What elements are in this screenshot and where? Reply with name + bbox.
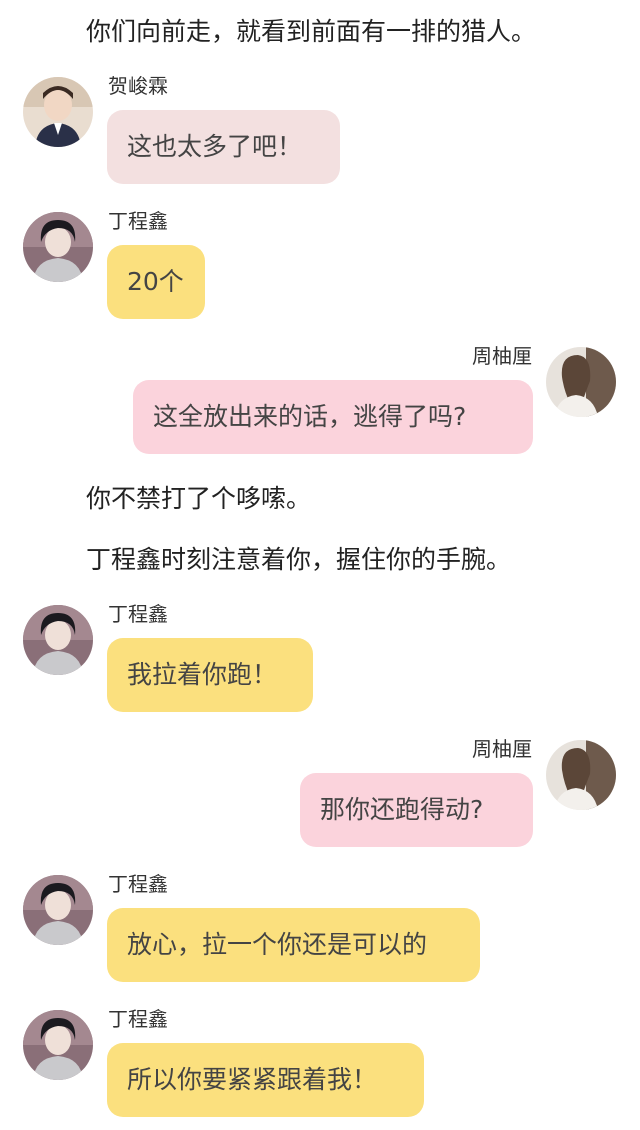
- avatar-portrait-long-hair-icon: [546, 740, 616, 810]
- message-bubble[interactable]: 这全放出来的话，逃得了吗?: [133, 380, 533, 454]
- avatar-dingchengxin[interactable]: [23, 875, 93, 945]
- avatar-zhouyouli[interactable]: [546, 740, 616, 810]
- message-bubble[interactable]: 放心，拉一个你还是可以的: [107, 908, 480, 982]
- avatar-portrait-dark-hair-icon: [23, 212, 93, 282]
- message-bubble[interactable]: 那你还跑得动?: [300, 773, 533, 847]
- narration-text: 丁程鑫时刻注意着你，握住你的手腕。: [86, 545, 512, 574]
- narration-text: 你不禁打了个哆嗦。: [86, 484, 312, 513]
- message-bubble[interactable]: 我拉着你跑！: [107, 638, 313, 712]
- avatar-portrait-dark-hair-icon: [23, 1010, 93, 1080]
- avatar-hejunlin[interactable]: [23, 77, 93, 147]
- message-bubble[interactable]: 这也太多了吧！: [107, 110, 340, 184]
- chat-screen: { "narration": [ "你们向前走，就看到前面有一排的猎人。", "…: [0, 0, 640, 1130]
- avatar-dingchengxin[interactable]: [23, 1010, 93, 1080]
- avatar-dingchengxin[interactable]: [23, 212, 93, 282]
- avatar-portrait-suit-icon: [23, 77, 93, 147]
- sender-name: 贺峻霖: [108, 74, 168, 98]
- sender-name: 丁程鑫: [108, 872, 168, 896]
- sender-name: 丁程鑫: [108, 1007, 168, 1031]
- narration-text: 你们向前走，就看到前面有一排的猎人。: [86, 17, 537, 46]
- sender-name: 丁程鑫: [108, 602, 168, 626]
- sender-name: 丁程鑫: [108, 209, 168, 233]
- sender-name: 周柚厘: [472, 344, 532, 368]
- avatar-portrait-dark-hair-icon: [23, 875, 93, 945]
- sender-name: 周柚厘: [472, 737, 532, 761]
- avatar-dingchengxin[interactable]: [23, 605, 93, 675]
- message-bubble[interactable]: 20个: [107, 245, 205, 319]
- message-bubble[interactable]: 所以你要紧紧跟着我！: [107, 1043, 424, 1117]
- avatar-portrait-dark-hair-icon: [23, 605, 93, 675]
- avatar-zhouyouli[interactable]: [546, 347, 616, 417]
- avatar-portrait-long-hair-icon: [546, 347, 616, 417]
